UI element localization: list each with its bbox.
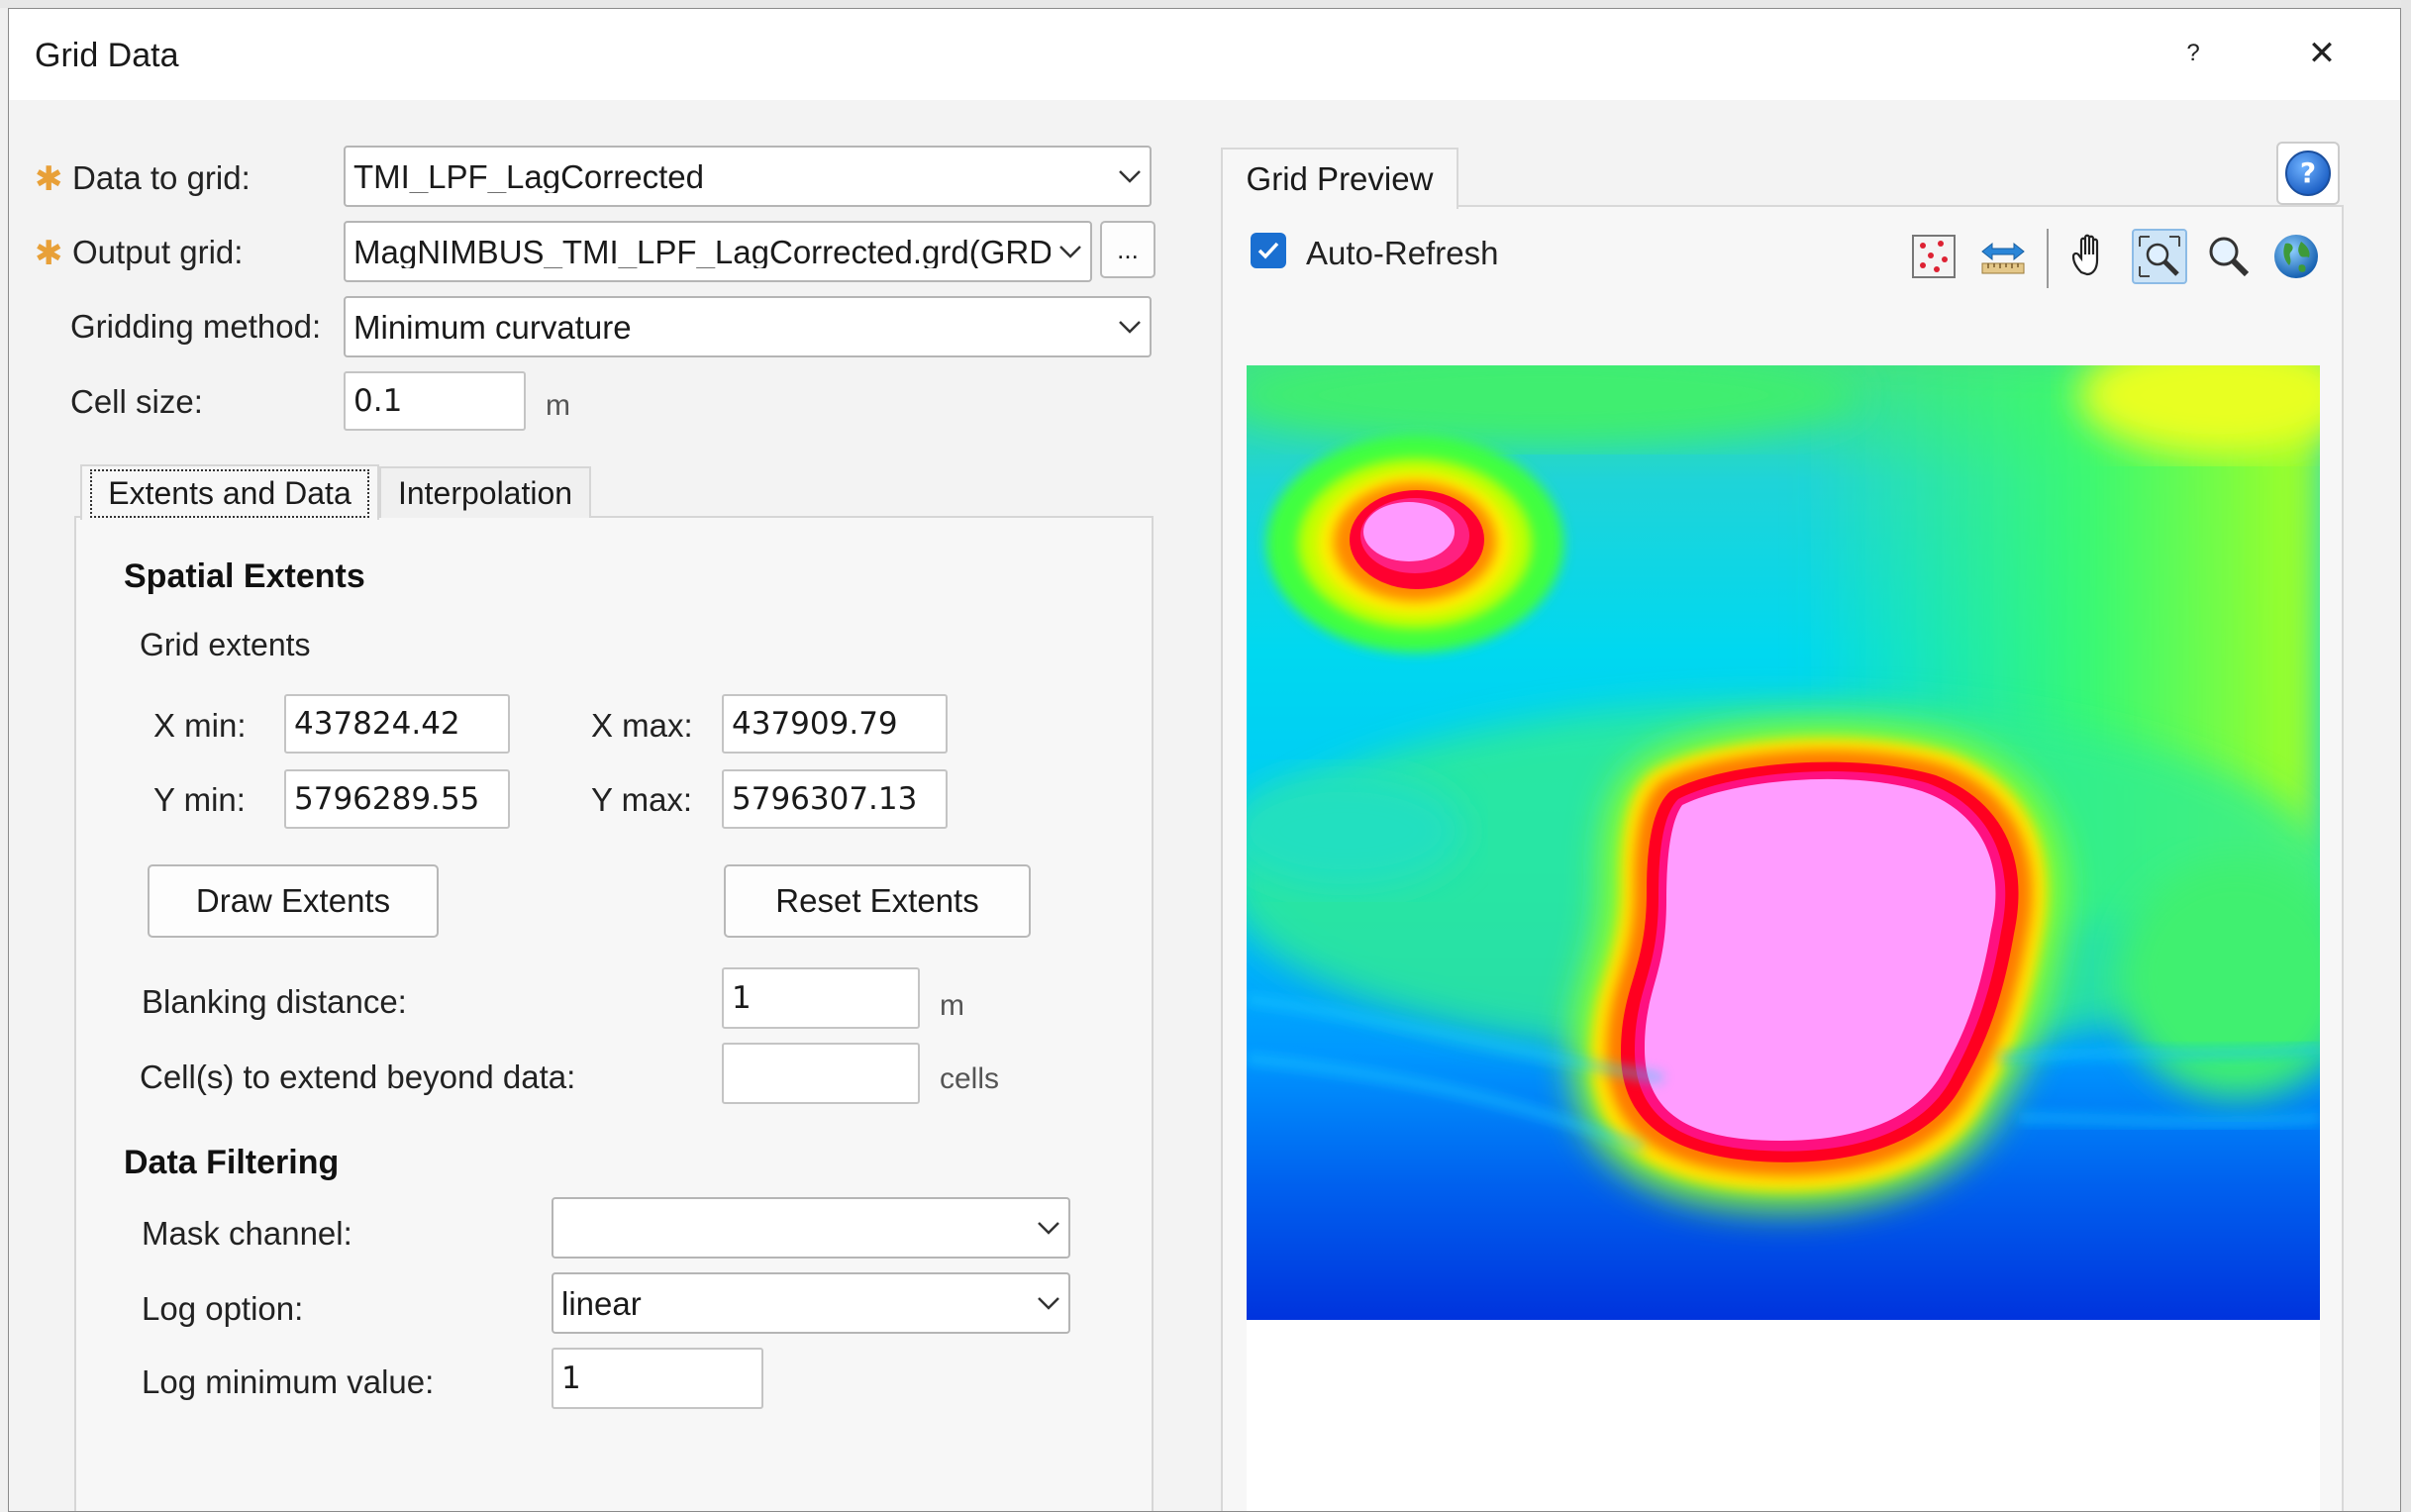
grid-data-dialog: Grid Data ? ✕ ✱ Data to grid: TMI_LPF_La…	[8, 8, 2401, 1512]
background-right-edge	[2401, 0, 2411, 1512]
checkmark-icon	[1257, 242, 1279, 259]
spatial-extents-heading: Spatial Extents	[124, 557, 365, 595]
tab-label: Extents and Data	[90, 468, 369, 518]
chevron-down-icon[interactable]	[1029, 1199, 1068, 1257]
preview-blank-area	[1247, 1320, 2320, 1511]
question-circle-icon: ?	[2285, 151, 2331, 196]
log-minimum-input[interactable]: 1	[552, 1348, 763, 1409]
required-marker: ✱	[35, 235, 63, 272]
data-filtering-heading: Data Filtering	[124, 1144, 340, 1181]
magnetic-grid-heatmap	[1227, 336, 2356, 1320]
mask-channel-select[interactable]	[552, 1197, 1070, 1259]
log-option-label: Log option:	[142, 1290, 304, 1327]
output-grid-value: MagNIMBUS_TMI_LPF_LagCorrected.grd(GRD)	[353, 235, 1051, 268]
window-title: Grid Data	[35, 37, 179, 74]
required-marker: ✱	[35, 160, 63, 198]
gridding-method-select[interactable]: Minimum curvature	[344, 296, 1152, 357]
output-grid-select[interactable]: MagNIMBUS_TMI_LPF_LagCorrected.grd(GRD)	[344, 221, 1092, 282]
log-option-value: linear	[561, 1286, 642, 1320]
y-max-label: Y max:	[591, 781, 693, 818]
cells-extend-unit: cells	[940, 1062, 1000, 1095]
tab-grid-preview[interactable]: Grid Preview	[1221, 148, 1458, 209]
auto-refresh-label: Auto-Refresh	[1306, 235, 1499, 271]
zoom-extent-icon[interactable]	[2132, 229, 2187, 284]
scatter-points-icon[interactable]	[1906, 229, 1961, 284]
grid-extents-label: Grid extents	[140, 627, 311, 662]
browse-output-button[interactable]: ...	[1100, 221, 1155, 278]
globe-icon[interactable]	[2268, 229, 2324, 284]
x-min-input[interactable]: 437824.42	[284, 694, 510, 754]
title-bar[interactable]: Grid Data ? ✕	[9, 9, 2400, 100]
measure-icon[interactable]	[1975, 229, 2031, 284]
blanking-distance-unit: m	[940, 989, 964, 1022]
draw-extents-button[interactable]: Draw Extents	[148, 864, 439, 938]
y-max-input[interactable]: 5796307.13	[722, 769, 948, 829]
log-minimum-label: Log minimum value:	[142, 1363, 435, 1400]
output-grid-label: Output grid:	[72, 234, 244, 270]
tab-interpolation[interactable]: Interpolation	[379, 466, 591, 518]
blanking-distance-input[interactable]: 1	[722, 967, 920, 1029]
data-to-grid-label: Data to grid:	[72, 159, 251, 196]
pan-hand-icon[interactable]	[2062, 229, 2118, 284]
mask-channel-label: Mask channel:	[142, 1215, 352, 1252]
cells-extend-label: Cell(s) to extend beyond data:	[140, 1058, 576, 1095]
chevron-down-icon[interactable]	[1110, 148, 1150, 205]
reset-extents-button[interactable]: Reset Extents	[724, 864, 1031, 938]
zoom-icon[interactable]	[2201, 229, 2257, 284]
cell-size-label: Cell size:	[70, 383, 203, 420]
gridding-method-label: Gridding method:	[70, 308, 322, 345]
data-to-grid-select[interactable]: TMI_LPF_LagCorrected	[344, 146, 1152, 207]
cell-size-input[interactable]: 0.1	[344, 371, 526, 431]
close-button[interactable]: ✕	[2292, 31, 2352, 76]
cell-size-unit: m	[546, 389, 570, 422]
grid-preview-image[interactable]	[1227, 336, 2356, 1320]
y-min-label: Y min:	[153, 781, 246, 818]
data-to-grid-value: TMI_LPF_LagCorrected	[353, 159, 704, 193]
chevron-down-icon[interactable]	[1029, 1274, 1068, 1332]
blanking-distance-label: Blanking distance:	[142, 983, 407, 1020]
help-button[interactable]: ?	[2163, 31, 2223, 76]
tab-extents-and-data[interactable]: Extents and Data	[80, 464, 379, 520]
x-max-input[interactable]: 437909.79	[722, 694, 948, 754]
log-option-select[interactable]: linear	[552, 1272, 1070, 1334]
gridding-method-value: Minimum curvature	[353, 310, 632, 344]
x-min-label: X min:	[153, 707, 247, 744]
tab-label: Interpolation	[397, 474, 573, 511]
chevron-down-icon[interactable]	[1051, 223, 1090, 280]
auto-refresh-checkbox[interactable]	[1251, 233, 1286, 268]
help-icon-button[interactable]: ?	[2276, 142, 2340, 205]
cells-extend-input[interactable]	[722, 1043, 920, 1104]
y-min-input[interactable]: 5796289.55	[284, 769, 510, 829]
x-max-label: X max:	[591, 707, 693, 744]
chevron-down-icon[interactable]	[1110, 298, 1150, 355]
svg-text:?: ?	[2300, 156, 2316, 189]
toolbar-separator	[2047, 229, 2049, 288]
background-top	[0, 0, 2411, 8]
